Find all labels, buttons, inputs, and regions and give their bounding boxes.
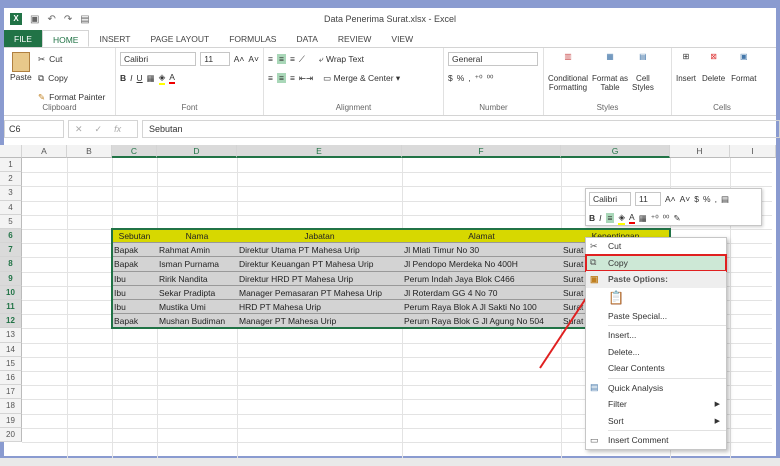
insert-comment-label: Insert Comment xyxy=(608,435,669,446)
separator xyxy=(608,430,726,431)
menu-clear-contents[interactable]: Clear Contents xyxy=(586,360,726,377)
fill-color-icon[interactable]: ◈ xyxy=(618,212,626,225)
menu-filter[interactable]: Filter ▶ xyxy=(586,396,726,413)
menu-quick-analysis[interactable]: ▤ Quick Analysis xyxy=(586,380,726,397)
mini-percent-button[interactable]: % xyxy=(703,194,711,204)
grow-font-icon[interactable]: A˄ xyxy=(665,194,676,204)
menu-copy-label: Copy xyxy=(608,257,628,268)
clear-label: Clear Contents xyxy=(608,363,665,374)
menu-delete[interactable]: Delete... xyxy=(586,344,726,361)
format-icon[interactable]: ▤ xyxy=(721,194,729,205)
mini-size-select[interactable]: 11 xyxy=(635,192,661,206)
scissors-icon: ✂ xyxy=(590,240,598,251)
menu-cut[interactable]: ✂ Cut xyxy=(586,238,726,255)
center-icon[interactable]: ≡ xyxy=(605,213,615,223)
font-color-icon[interactable]: A xyxy=(629,212,635,224)
submenu-arrow-icon: ▶ xyxy=(714,401,720,409)
separator xyxy=(608,377,726,379)
menu-cut-label: Cut xyxy=(608,241,622,252)
separator xyxy=(608,325,726,326)
menu-sort[interactable]: Sort ▶ xyxy=(586,413,726,430)
paste-option-keep-formatting[interactable]: 📋 xyxy=(586,288,726,308)
horizontal-scrollbar[interactable] xyxy=(0,458,780,466)
menu-insert-comment[interactable]: ▭ Insert Comment xyxy=(586,432,726,449)
menu-copy[interactable]: ⧉ Copy xyxy=(585,253,727,272)
filter-label: Filter xyxy=(608,399,627,410)
menu-insert[interactable]: Insert... xyxy=(586,327,726,344)
border-icon[interactable]: ▦ xyxy=(639,213,647,224)
italic-icon[interactable]: I xyxy=(599,213,601,223)
quick-analysis-label: Quick Analysis xyxy=(608,382,664,393)
insert-label: Insert... xyxy=(608,330,637,341)
submenu-arrow-icon: ▶ xyxy=(714,417,720,425)
menu-paste-special[interactable]: Paste Special... xyxy=(586,308,726,325)
increase-decimal-icon[interactable]: ⁺⁰ xyxy=(651,213,659,224)
mini-comma-button[interactable]: , xyxy=(715,194,717,204)
mini-font-select[interactable]: Calibri xyxy=(589,192,631,206)
sort-label: Sort xyxy=(608,415,624,426)
copy-icon: ⧉ xyxy=(590,257,597,268)
comment-icon: ▭ xyxy=(590,434,599,445)
paste-special-label: Paste Special... xyxy=(608,310,668,321)
quick-analysis-icon: ▤ xyxy=(590,382,599,393)
bold-icon[interactable]: B xyxy=(589,213,595,223)
paste-options-label: Paste Options: xyxy=(608,274,668,285)
menu-paste-options: ▣ Paste Options: xyxy=(586,271,726,288)
mini-toolbar: Calibri 11 A˄ A˅ $%, ▤ B I ≡ ◈ A ▦ ⁺⁰ ⁰⁰ ✎ xyxy=(585,188,762,226)
shrink-font-icon[interactable]: A˅ xyxy=(680,194,691,204)
decrease-decimal-icon[interactable]: ⁰⁰ xyxy=(663,213,670,224)
paste-icon: ▣ xyxy=(590,273,599,284)
paste-clipboard-icon: 📋 xyxy=(608,289,625,305)
delete-label: Delete... xyxy=(608,346,640,357)
brush-icon[interactable]: ✎ xyxy=(673,213,680,224)
mini-currency-button[interactable]: $ xyxy=(694,194,699,204)
context-menu: ✂ Cut ⧉ Copy ▣ Paste Options: 📋 Paste Speci… xyxy=(585,237,727,450)
